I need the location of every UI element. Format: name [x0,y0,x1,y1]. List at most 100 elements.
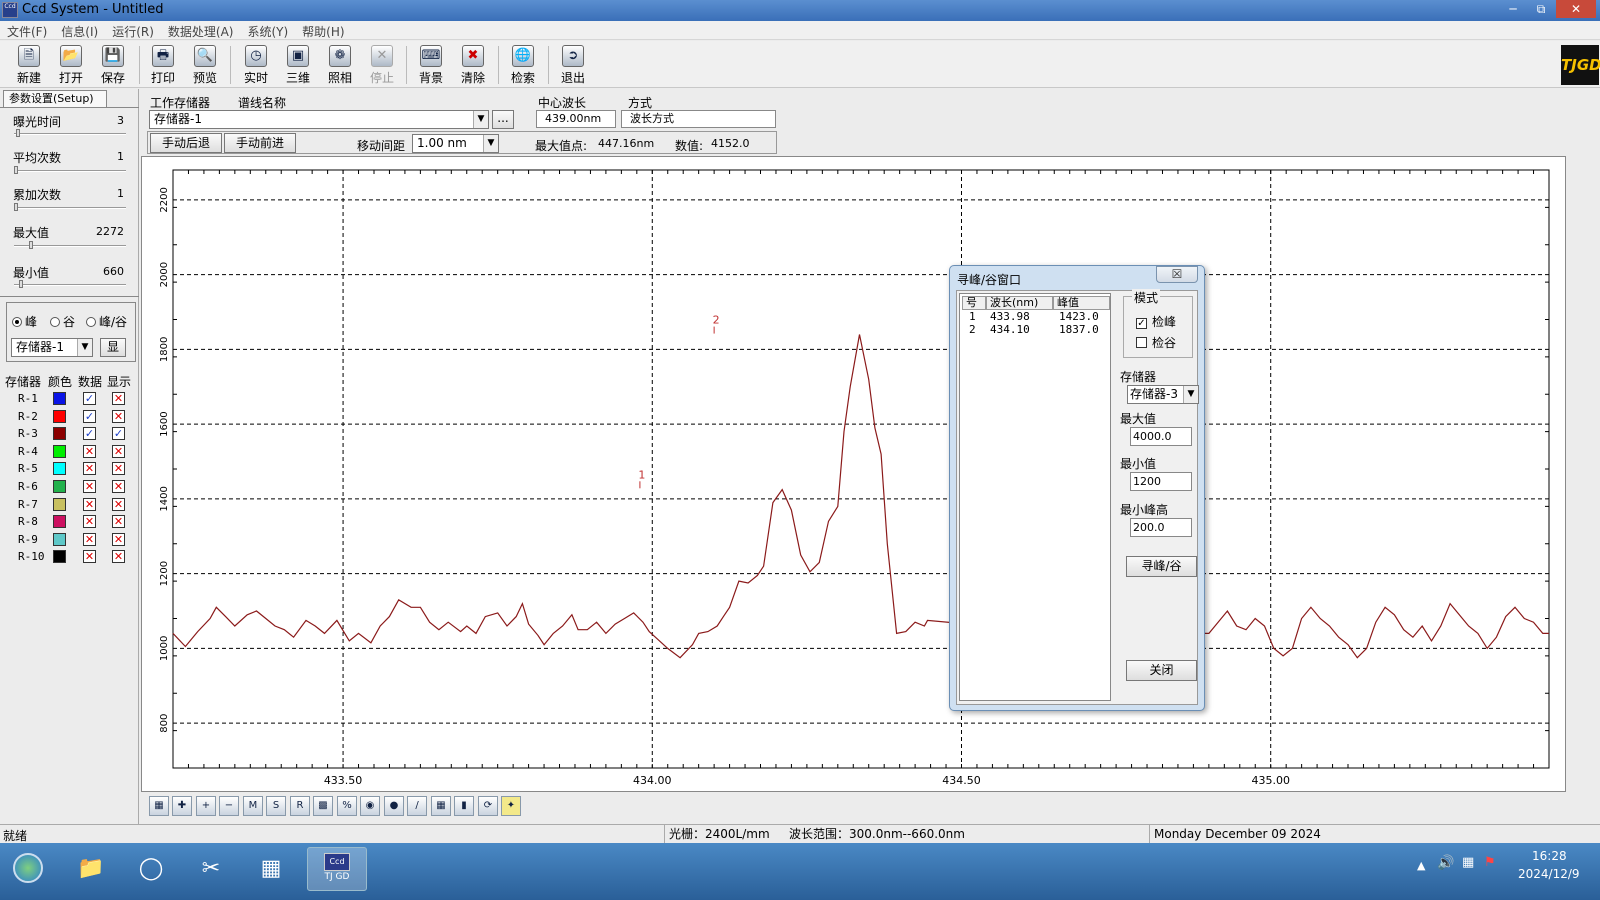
volume-icon[interactable]: 🔊 [1437,855,1454,871]
show-checkbox[interactable]: ✓ [112,427,125,441]
taskbar-explorer[interactable]: 📁 [66,847,116,891]
axis-scale-icon[interactable]: / [407,796,427,816]
smooth-icon[interactable]: S [266,796,286,816]
color-swatch[interactable] [53,462,66,476]
center-wavelength-field[interactable]: 439.00nm [536,110,616,128]
accumulate-count-slider[interactable] [14,203,126,211]
data-checkbox[interactable]: ✕ [83,462,96,476]
show-checkbox[interactable]: ✕ [112,515,125,529]
close-icon[interactable]: ☒ [1156,266,1198,283]
network-icon[interactable]: ▦ [1462,855,1474,870]
percent-icon[interactable]: % [337,796,357,816]
menu-file[interactable]: 文件(F) [0,21,54,42]
color-swatch[interactable] [53,392,66,405]
data-checkbox[interactable]: ✕ [83,444,96,458]
taskbar-tools[interactable]: ✂ [186,847,236,891]
show-checkbox[interactable]: ✕ [112,409,125,423]
radio-peak[interactable]: 峰 [12,313,37,330]
bar-icon[interactable]: ▮ [454,796,474,816]
slider-thumb[interactable] [29,241,34,249]
data-checkbox[interactable]: ✕ [83,497,96,511]
refresh-icon[interactable]: ⟳ [478,796,498,816]
data-checkbox[interactable]: ✓ [83,392,96,405]
col-wavelength[interactable]: 波长(nm) [986,296,1053,310]
color-swatch[interactable] [53,532,66,546]
spectrum-chart[interactable]: 433.50 434.00 434.50 435.00 800 1000 1200 1400 1… [141,156,1566,792]
realtime-button[interactable]: ◷ 实时 [236,44,276,86]
show-checkbox[interactable]: ✕ [112,497,125,511]
background-button[interactable]: ⌨ 背景 [411,44,451,86]
minimize-button[interactable]: ─ [1500,0,1526,18]
color-swatch[interactable] [53,409,66,423]
peak-search-icon[interactable]: ✦ [501,796,521,816]
show-checkbox[interactable]: ✕ [112,532,125,546]
show-checkbox[interactable]: ✕ [112,392,125,405]
menu-info[interactable]: 信息(I) [54,21,105,42]
show-checkbox[interactable]: ✕ [112,480,125,493]
data-checkbox[interactable]: ✓ [83,409,96,423]
taskbar-calculator[interactable]: ▦ [246,847,296,891]
data-checkbox[interactable]: ✕ [83,532,96,546]
stop-button[interactable]: ✕ 停止 [362,44,402,86]
slider-thumb[interactable] [14,166,18,174]
data-checkbox[interactable]: ✕ [83,550,96,564]
show-checkbox[interactable]: ✕ [112,550,125,564]
save-button[interactable]: 💾 保存 [93,44,133,86]
work-memory-select[interactable]: 存储器-1 ▼ [149,110,489,129]
photo-button[interactable]: ❁ 照相 [320,44,360,86]
data-checkbox[interactable]: ✓ [83,427,96,441]
memory-select[interactable]: 存储器-1 ▼ [11,338,93,357]
color-swatch[interactable] [53,515,66,529]
crosshair-icon[interactable]: ✚ [172,796,192,816]
radio-peak-valley[interactable]: 峰/谷 [86,313,127,330]
min-value-slider[interactable] [14,280,126,288]
show-checkbox[interactable]: ✕ [112,462,125,476]
dialog-close-button[interactable]: 关闭 [1126,660,1197,681]
color-swatch[interactable] [53,480,66,493]
print-button[interactable]: 🖶 打印 [143,44,183,86]
color-swatch[interactable] [53,550,66,564]
find-valley-checkbox[interactable]: 检谷 [1136,334,1176,351]
exit-button[interactable]: ➲ 退出 [553,44,593,86]
radio-valley[interactable]: 谷 [50,313,75,330]
browse-button[interactable]: ... [492,110,514,129]
data-checkbox[interactable]: ✕ [83,515,96,529]
spectrum-plot[interactable]: 433.50 434.00 434.50 435.00 800 1000 1200 1400 1… [142,157,1565,791]
menu-run[interactable]: 运行(R) [105,21,161,42]
move-step-select[interactable]: 1.00 nm ▼ [412,134,499,153]
image-icon[interactable]: ▩ [313,796,333,816]
flag-icon[interactable]: ⚑ [1484,855,1496,870]
data-checkbox[interactable]: ✕ [83,480,96,493]
slider-thumb[interactable] [19,280,24,288]
dialog-min-field[interactable]: 1200 [1130,472,1192,491]
col-peak-value[interactable]: 峰值 [1053,296,1110,310]
find-peak-checkbox[interactable]: ✓ 检峰 [1136,313,1176,330]
dialog-max-field[interactable]: 4000.0 [1130,427,1192,446]
show-checkbox[interactable]: ✕ [112,444,125,458]
tray-up-arrow-icon[interactable]: ▲ [1417,859,1425,872]
table-icon[interactable]: ▦ [431,796,451,816]
grid-icon[interactable]: ▦ [149,796,169,816]
close-window-button[interactable]: ✕ [1556,0,1596,18]
menu-help[interactable]: 帮助(H) [295,21,351,42]
col-number[interactable]: 号 [962,296,986,310]
taskbar-ccd-app[interactable]: Ccd TJ GD [307,847,367,891]
clear-button[interactable]: ✖ 清除 [453,44,493,86]
slider-thumb[interactable] [16,129,21,137]
menu-system[interactable]: 系统(Y) [240,21,295,42]
max-value-slider[interactable] [14,241,126,249]
new-button[interactable]: 🗎 新建 [9,44,49,86]
peak-fit-icon[interactable]: M [243,796,263,816]
start-button[interactable] [2,847,54,891]
dialog-min-height-field[interactable]: 200.0 [1130,518,1192,537]
record-icon[interactable]: ◉ [360,796,380,816]
zoom-out-icon[interactable]: − [219,796,239,816]
3d-button[interactable]: ▣ 三维 [278,44,318,86]
preview-button[interactable]: 🔍 预览 [185,44,225,86]
bomb-icon[interactable]: ● [384,796,404,816]
taskbar-browser[interactable]: ◯ [126,847,176,891]
manual-forward-button[interactable]: 手动前进 [224,133,296,153]
open-button[interactable]: 📂 打开 [51,44,91,86]
color-swatch[interactable] [53,427,66,441]
peak-list[interactable]: 号 波长(nm) 峰值 1 433.98 1423.0 2 434.10 1837.0 [959,293,1111,701]
